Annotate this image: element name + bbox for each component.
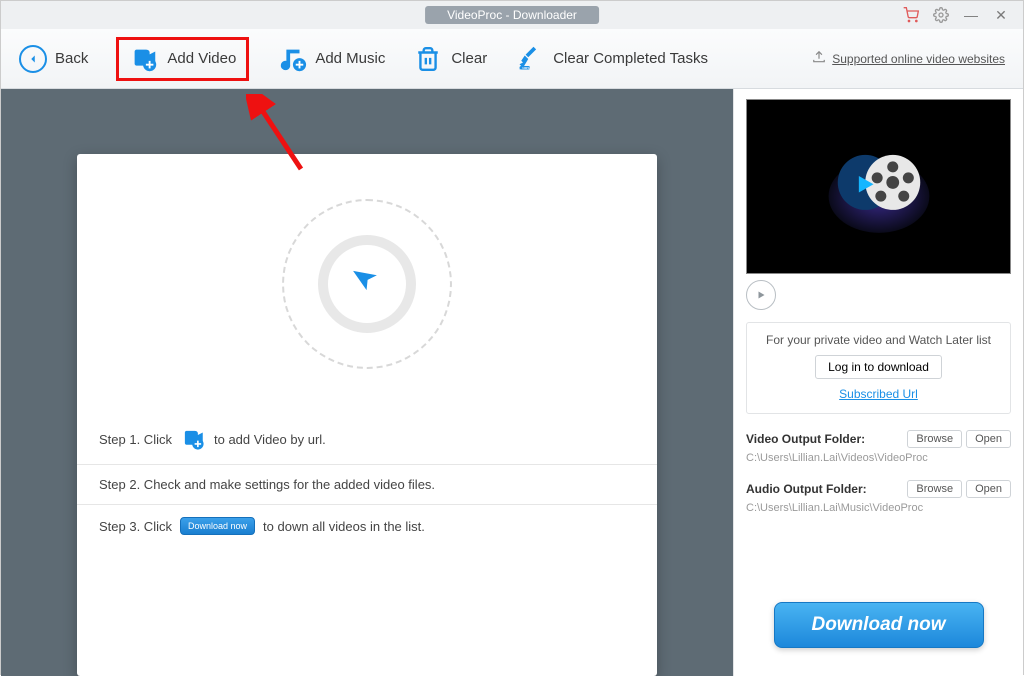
trash-icon [413, 44, 443, 74]
step-2: Step 2. Check and make settings for the … [77, 464, 657, 504]
step-3-text-a: Step 3. Click [99, 519, 172, 534]
add-video-button[interactable]: Add Video [116, 37, 249, 81]
cart-icon[interactable] [903, 7, 919, 23]
main-area: Step 1. Click to add Video by url. Step … [1, 89, 1023, 676]
back-label: Back [55, 50, 88, 67]
window-title: VideoProc - Downloader [425, 6, 599, 24]
upload-icon [812, 50, 826, 67]
play-button[interactable] [746, 280, 776, 310]
step-3: Step 3. Click Download now to down all v… [77, 504, 657, 547]
step-3-text-b: to down all videos in the list. [263, 519, 425, 534]
toolbar: Back Add Video Add Music Clear 100% Clea… [1, 29, 1023, 89]
add-video-icon [129, 44, 159, 74]
toolbar-right: Supported online video websites [812, 50, 1005, 67]
minimize-button[interactable]: — [963, 7, 979, 23]
login-box: For your private video and Watch Later l… [746, 322, 1011, 414]
clear-label: Clear [451, 50, 487, 67]
audio-folder-row: Audio Output Folder: Browse Open C:\User… [746, 480, 1011, 514]
broom-icon: 100% [515, 44, 545, 74]
play-row [746, 280, 1011, 310]
add-music-button[interactable]: Add Music [277, 44, 385, 74]
step-1: Step 1. Click to add Video by url. [77, 414, 657, 464]
step-2-text: Step 2. Check and make settings for the … [99, 477, 435, 492]
audio-folder-label: Audio Output Folder: [746, 482, 867, 496]
clear-completed-button[interactable]: 100% Clear Completed Tasks [515, 44, 708, 74]
subscribed-url-link[interactable]: Subscribed Url [755, 387, 1002, 401]
cursor-arrow-icon [347, 260, 388, 308]
video-folder-label: Video Output Folder: [746, 432, 865, 446]
video-folder-row: Video Output Folder: Browse Open C:\User… [746, 430, 1011, 464]
svg-text:100%: 100% [522, 66, 530, 70]
title-bar: VideoProc - Downloader — ✕ [1, 1, 1023, 29]
video-folder-path: C:\Users\Lillian.Lai\Videos\VideoProc [746, 452, 1011, 464]
download-now-mini-icon: Download now [180, 517, 255, 535]
audio-open-button[interactable]: Open [966, 480, 1011, 498]
back-button[interactable]: Back [19, 45, 88, 73]
add-video-label: Add Video [167, 50, 236, 67]
step-1-text-a: Step 1. Click [99, 432, 172, 447]
preview-box [746, 99, 1011, 274]
login-button[interactable]: Log in to download [815, 355, 942, 379]
settings-icon[interactable] [933, 7, 949, 23]
video-open-button[interactable]: Open [966, 430, 1011, 448]
login-subtitle: For your private video and Watch Later l… [755, 333, 1002, 347]
steps-list: Step 1. Click to add Video by url. Step … [77, 414, 657, 547]
logo-reel-icon [824, 132, 934, 242]
download-now-button[interactable]: Download now [774, 602, 984, 648]
step-1-text-b: to add Video by url. [214, 432, 326, 447]
title-controls: — ✕ [903, 7, 1023, 23]
drop-zone[interactable] [77, 154, 657, 414]
video-browse-button[interactable]: Browse [907, 430, 962, 448]
add-video-mini-icon [180, 426, 206, 452]
add-music-label: Add Music [315, 50, 385, 67]
dashed-circle [282, 199, 452, 369]
right-panel: For your private video and Watch Later l… [733, 89, 1023, 676]
close-button[interactable]: ✕ [993, 7, 1009, 23]
inner-circle [318, 235, 416, 333]
add-music-icon [277, 44, 307, 74]
back-arrow-icon [19, 45, 47, 73]
clear-completed-label: Clear Completed Tasks [553, 50, 708, 67]
audio-folder-path: C:\Users\Lillian.Lai\Music\VideoProc [746, 502, 1011, 514]
audio-browse-button[interactable]: Browse [907, 480, 962, 498]
left-panel: Step 1. Click to add Video by url. Step … [1, 89, 733, 676]
clear-button[interactable]: Clear [413, 44, 487, 74]
supported-websites-link[interactable]: Supported online video websites [832, 52, 1005, 66]
guide-card: Step 1. Click to add Video by url. Step … [77, 154, 657, 676]
